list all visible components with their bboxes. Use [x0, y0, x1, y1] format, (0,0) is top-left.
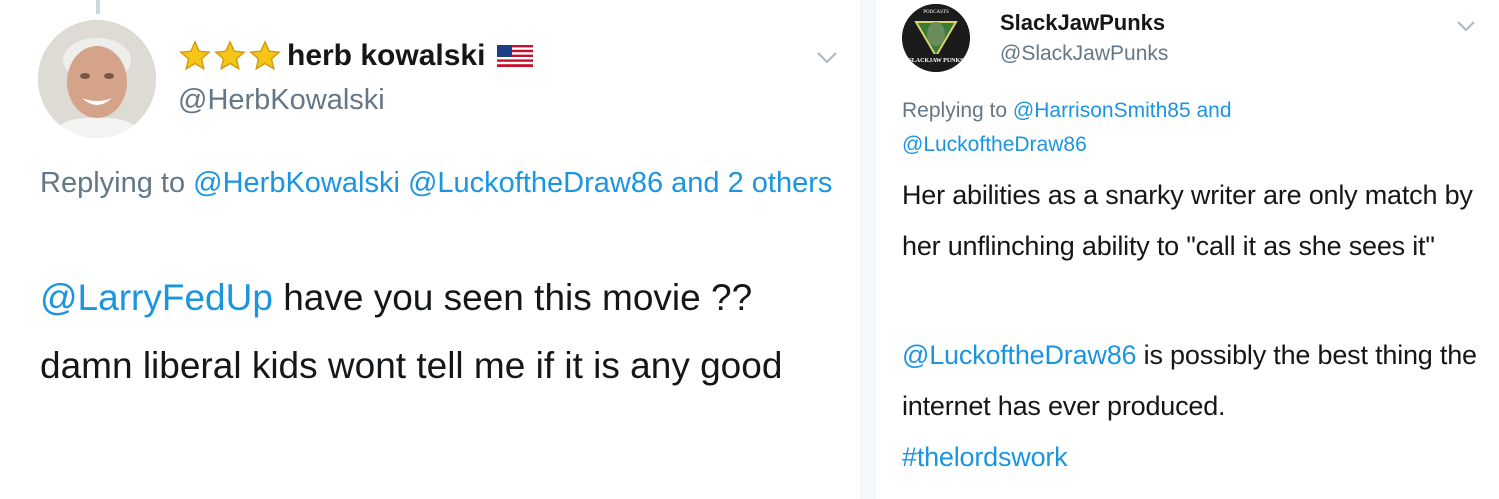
reply-and-text: and [1196, 99, 1232, 122]
tweet-text-paragraph-2: @LuckoftheDraw86 is possibly the best th… [902, 330, 1492, 483]
avatar[interactable]: PODCASTS SLACKJAW PUNKS [902, 4, 970, 72]
right-tweet: PODCASTS SLACKJAW PUNKS SlackJawPunks @S… [876, 0, 1499, 499]
name-row: herb kowalski [178, 34, 534, 78]
user-handle[interactable]: @HerbKowalski [178, 84, 385, 117]
display-name[interactable]: herb kowalski [287, 39, 485, 73]
star-icon [179, 40, 211, 71]
chevron-down-icon[interactable] [815, 48, 839, 68]
mention-link[interactable]: @LarryFedUp [40, 277, 273, 318]
replying-to-label: Replying to [902, 99, 1008, 122]
reply-mention-link[interactable]: @HarrisonSmith85 [1013, 99, 1191, 122]
thread-line [96, 0, 100, 14]
chevron-down-icon[interactable] [1456, 18, 1476, 34]
reply-others-link[interactable]: and 2 others [671, 167, 832, 199]
panel-divider [860, 0, 876, 499]
star-icon [214, 40, 246, 71]
tweet-text-paragraph-1: Her abilities as a snarky writer are onl… [902, 180, 1473, 261]
mention-link[interactable]: @LuckoftheDraw86 [902, 340, 1137, 370]
star-icon [249, 40, 281, 71]
avatar-photo [38, 20, 156, 138]
reply-mention-link[interactable]: @LuckoftheDraw86 [902, 133, 1087, 156]
logo-text-top: PODCASTS [923, 10, 949, 15]
slackjawpunks-logo: PODCASTS SLACKJAW PUNKS [902, 4, 970, 72]
user-handle[interactable]: @SlackJawPunks [1000, 42, 1168, 66]
replying-to-label: Replying to [40, 167, 186, 199]
us-flag-icon [497, 45, 534, 67]
display-name[interactable]: SlackJawPunks [1000, 10, 1165, 36]
hashtag-link[interactable]: #thelordswork [902, 442, 1068, 472]
reply-mention-link[interactable]: @LuckoftheDraw86 [408, 167, 663, 199]
logo-text-bottom: SLACKJAW PUNKS [908, 58, 964, 64]
reply-mention-link[interactable]: @HerbKowalski [193, 167, 400, 199]
replying-to: Replying to @HerbKowalski @LuckoftheDraw… [40, 158, 840, 208]
left-tweet: herb kowalski @HerbKowalski Replying to … [0, 0, 860, 499]
avatar[interactable] [38, 20, 156, 138]
tweet-text: @LarryFedUp have you seen this movie ?? … [40, 264, 850, 400]
replying-to: Replying to @HarrisonSmith85 and @Luckof… [902, 94, 1492, 162]
